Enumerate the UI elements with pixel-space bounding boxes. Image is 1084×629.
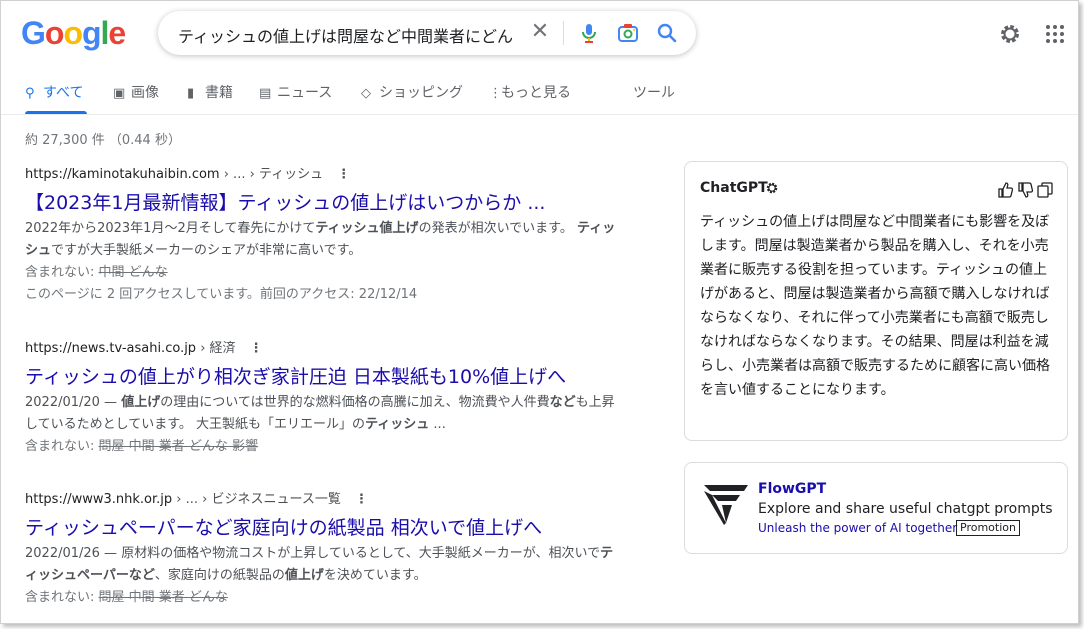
tab-news[interactable]: ▤ ニュース	[259, 83, 332, 111]
result-title-link[interactable]: ティッシュペーパーなど家庭向けの紙製品 相次いで値上げへ	[25, 515, 625, 541]
flowgpt-promo: FlowGPT Explore and share useful chatgpt…	[684, 462, 1068, 554]
microphone-icon[interactable]	[577, 21, 601, 45]
missing-terms: 含まれない: 問屋 中間 業者 どんな 影響	[25, 439, 259, 454]
missing-terms-link[interactable]: 中間 どんな	[99, 265, 168, 280]
result-snippet: 2022/01/20 — 値上げの理由については世界的な燃料価格の高騰に加え、物…	[25, 395, 615, 432]
browser-page: Google ティッシュの値上げは問屋など中間業者にどん ✕ ⚲ すべて ▣ 画…	[0, 0, 1079, 624]
search-divider	[563, 21, 564, 45]
missing-terms: 含まれない: 中間 どんな	[25, 265, 168, 280]
camera-lens-icon[interactable]	[616, 21, 640, 45]
promo-description: Explore and share useful chatgpt prompts	[758, 501, 1053, 517]
image-icon: ▣	[113, 86, 126, 101]
google-logo[interactable]: Google	[21, 15, 126, 52]
tabs-divider	[1, 114, 1078, 115]
more-vert-icon[interactable]: ⋮	[355, 492, 368, 507]
result-url[interactable]: https://news.tv-asahi.co.jp › 経済 ⋮	[25, 340, 625, 358]
visit-history: このページに 2 回アクセスしています。前回のアクセス: 22/12/14	[25, 287, 418, 302]
promo-title-link[interactable]: FlowGPT	[758, 481, 826, 497]
more-vert-icon[interactable]: ⋮	[250, 341, 263, 356]
missing-terms: 含まれない: 問屋 中間 業者 どんな	[25, 590, 228, 605]
gear-icon[interactable]	[998, 22, 1022, 46]
tab-images[interactable]: ▣ 画像	[113, 83, 159, 111]
result-stats: 約 27,300 件 （0.44 秒）	[25, 133, 181, 148]
result-title-link[interactable]: 【2023年1月最新情報】ティッシュの値上げはいつからか ...	[25, 190, 625, 216]
result-url[interactable]: https://kaminotakuhaibin.com › ... › ティッ…	[25, 166, 625, 184]
result-snippet: 2022年から2023年1月〜2月そして春先にかけてティッシュ値上げの発表が相次…	[25, 221, 616, 258]
panel-title: ChatGPT	[700, 180, 768, 196]
more-vert-icon[interactable]: ⋮	[337, 167, 350, 182]
book-icon: ▮	[187, 86, 195, 101]
thumbs-up-icon[interactable]	[998, 182, 1014, 198]
tab-books[interactable]: ▮ 書籍	[187, 83, 233, 111]
feedback-icons	[998, 182, 1053, 198]
search-box[interactable]: ティッシュの値上げは問屋など中間業者にどん ✕	[158, 11, 696, 55]
panel-answer: ティッシュの値上げは問屋など中間業者にも影響を及ぼします。問屋は製造業者から製品…	[700, 214, 1050, 398]
tab-all[interactable]: ⚲ すべて	[25, 83, 83, 111]
apps-grid-icon[interactable]	[1045, 24, 1065, 44]
news-icon: ▤	[259, 86, 272, 101]
tab-shopping[interactable]: ◇ ショッピング	[361, 83, 463, 111]
search-result: https://www3.nhk.or.jp › ... › ビジネスニュース一…	[25, 491, 625, 609]
search-icon[interactable]	[655, 21, 679, 45]
missing-terms-link[interactable]: 問屋 中間 業者 どんな	[99, 590, 228, 605]
tab-tools[interactable]: ツール	[633, 83, 675, 111]
thumbs-down-icon[interactable]	[1018, 182, 1034, 198]
search-result: https://kaminotakuhaibin.com › ... › ティッ…	[25, 166, 625, 306]
gear-icon[interactable]	[765, 181, 779, 195]
result-snippet: 2022/01/26 — 原材料の価格や物流コストが上昇しているとして、大手製紙…	[25, 546, 614, 583]
search-input[interactable]: ティッシュの値上げは問屋など中間業者にどん	[178, 23, 518, 47]
flowgpt-logo-icon[interactable]	[702, 483, 750, 527]
tag-icon: ◇	[361, 86, 371, 101]
promotion-badge: Promotion	[956, 520, 1020, 536]
copy-icon[interactable]	[1037, 182, 1053, 198]
tab-more[interactable]: ⋮もっと見る	[489, 83, 571, 111]
close-icon[interactable]: ✕	[528, 20, 552, 44]
missing-terms-link[interactable]: 問屋 中間 業者 どんな 影響	[99, 439, 259, 454]
more-vert-icon: ⋮	[489, 86, 502, 101]
result-url[interactable]: https://www3.nhk.or.jp › ... › ビジネスニュース一…	[25, 491, 625, 509]
chatgpt-panel: ChatGPT ティッシュの値上げは問屋など中間業者にも影響を及ぼします。問屋は…	[684, 161, 1068, 441]
result-title-link[interactable]: ティッシュの値上がり相次ぎ家計圧迫 日本製紙も10%値上げへ	[25, 364, 625, 390]
promo-tagline-link[interactable]: Unleash the power of AI together	[758, 521, 957, 535]
search-result: https://news.tv-asahi.co.jp › 経済 ⋮ ティッシュの…	[25, 340, 625, 458]
search-icon: ⚲	[25, 86, 35, 101]
